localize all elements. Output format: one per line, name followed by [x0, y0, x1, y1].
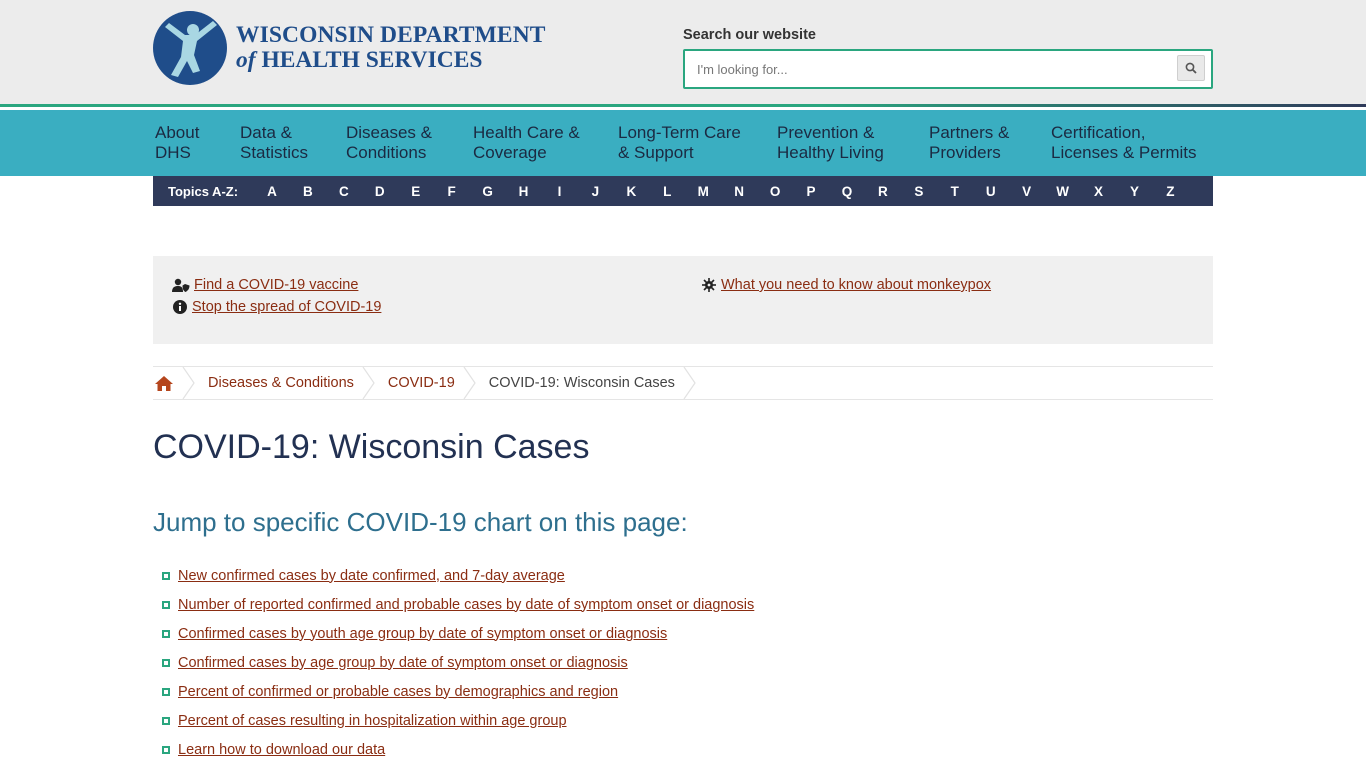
jump-links-list: New confirmed cases by date confirmed, a…	[162, 561, 754, 764]
list-item: New confirmed cases by date confirmed, a…	[162, 561, 754, 590]
square-bullet-icon	[162, 745, 170, 754]
main-navigation: About DHS Data & Statistics Diseases & C…	[0, 110, 1366, 176]
breadcrumb-covid-19[interactable]: COVID-19	[388, 375, 455, 391]
list-item: Confirmed cases by age group by date of …	[162, 648, 754, 677]
nav-certification-licenses[interactable]: Certification, Licenses & Permits	[1051, 123, 1211, 167]
alert-spread: Stop the spread of COVID-19	[172, 299, 381, 315]
topic-letter-c[interactable]: C	[326, 184, 362, 199]
breadcrumb-separator	[463, 367, 476, 399]
square-bullet-icon	[162, 716, 170, 725]
site-header: WISCONSIN DEPARTMENT of HEALTH SERVICES …	[0, 0, 1366, 104]
jump-to-heading: Jump to specific COVID-19 chart on this …	[153, 507, 688, 537]
topic-letter-o[interactable]: O	[757, 184, 793, 199]
jump-link[interactable]: New confirmed cases by date confirmed, a…	[178, 568, 565, 584]
monkeypox-link[interactable]: What you need to know about monkeypox	[721, 277, 991, 293]
topic-letter-p[interactable]: P	[793, 184, 829, 199]
topic-letter-k[interactable]: K	[613, 184, 649, 199]
breadcrumb-separator	[683, 367, 696, 399]
topic-letter-s[interactable]: S	[901, 184, 937, 199]
user-shield-icon	[172, 277, 190, 293]
dhs-logo[interactable]: WISCONSIN DEPARTMENT of HEALTH SERVICES	[153, 10, 546, 86]
logo-line-2: of HEALTH SERVICES	[236, 48, 546, 73]
logo-of: of	[236, 47, 256, 73]
stop-spread-link[interactable]: Stop the spread of COVID-19	[192, 299, 381, 315]
logo-line-2-text: HEALTH SERVICES	[261, 47, 483, 73]
list-item: Number of reported confirmed and probabl…	[162, 590, 754, 619]
topic-letter-n[interactable]: N	[721, 184, 757, 199]
topic-letter-e[interactable]: E	[398, 184, 434, 199]
topic-letter-g[interactable]: G	[470, 184, 506, 199]
jump-link[interactable]: Number of reported confirmed and probabl…	[178, 597, 754, 613]
list-item: Learn how to download our data	[162, 735, 754, 764]
topic-letter-u[interactable]: U	[973, 184, 1009, 199]
square-bullet-icon	[162, 658, 170, 667]
alert-box: Find a COVID-19 vaccine Stop the spread …	[153, 256, 1213, 344]
search-label: Search our website	[683, 27, 816, 43]
square-bullet-icon	[162, 687, 170, 696]
topic-letter-q[interactable]: Q	[829, 184, 865, 199]
topic-letter-y[interactable]: Y	[1117, 184, 1153, 199]
page-title: COVID-19: Wisconsin Cases	[153, 428, 590, 466]
topic-letter-m[interactable]: M	[685, 184, 721, 199]
jump-link[interactable]: Learn how to download our data	[178, 742, 385, 758]
topic-letter-x[interactable]: X	[1081, 184, 1117, 199]
square-bullet-icon	[162, 571, 170, 580]
topic-letter-w[interactable]: W	[1045, 184, 1081, 199]
list-item: Percent of confirmed or probable cases b…	[162, 677, 754, 706]
square-bullet-icon	[162, 600, 170, 609]
topics-a-z-bar: Topics A-Z: ABCDEFGHIJKLMNOPQRSTUVWXYZ	[153, 176, 1213, 206]
nav-prevention-healthy-living[interactable]: Prevention & Healthy Living	[777, 123, 929, 167]
topic-letter-a[interactable]: A	[254, 184, 290, 199]
jump-link[interactable]: Percent of confirmed or probable cases b…	[178, 684, 618, 700]
square-bullet-icon	[162, 629, 170, 638]
breadcrumb: Diseases & Conditions COVID-19 COVID-19:…	[153, 366, 1213, 400]
alert-vaccine: Find a COVID-19 vaccine	[172, 277, 358, 293]
list-item: Confirmed cases by youth age group by da…	[162, 619, 754, 648]
topic-letter-j[interactable]: J	[577, 184, 613, 199]
topic-letter-l[interactable]: L	[649, 184, 685, 199]
jump-link[interactable]: Confirmed cases by youth age group by da…	[178, 626, 667, 642]
search-button[interactable]	[1177, 55, 1205, 81]
logo-line-1: WISCONSIN DEPARTMENT	[236, 22, 546, 48]
breadcrumb-diseases-conditions[interactable]: Diseases & Conditions	[208, 375, 354, 391]
breadcrumb-current: COVID-19: Wisconsin Cases	[488, 375, 675, 391]
logo-text: WISCONSIN DEPARTMENT of HEALTH SERVICES	[236, 23, 546, 73]
jump-link[interactable]: Percent of cases resulting in hospitaliz…	[178, 713, 567, 729]
nav-long-term-care[interactable]: Long-Term Care & Support	[618, 123, 777, 167]
search-input[interactable]	[685, 51, 1175, 87]
list-item: Percent of cases resulting in hospitaliz…	[162, 706, 754, 735]
topic-letter-r[interactable]: R	[865, 184, 901, 199]
nav-data-statistics[interactable]: Data & Statistics	[240, 123, 346, 167]
topics-letters: ABCDEFGHIJKLMNOPQRSTUVWXYZ	[254, 184, 1188, 199]
topics-a-z-label: Topics A-Z:	[168, 183, 239, 199]
topic-letter-i[interactable]: I	[542, 184, 578, 199]
nav-partners-providers[interactable]: Partners & Providers	[929, 123, 1051, 167]
info-circle-icon	[172, 299, 188, 315]
nav-health-care-coverage[interactable]: Health Care & Coverage	[473, 123, 618, 167]
breadcrumb-separator	[362, 367, 375, 399]
breadcrumb-separator	[182, 367, 195, 399]
nav-about-dhs[interactable]: About DHS	[155, 123, 240, 167]
search-box	[683, 49, 1213, 89]
find-covid-vaccine-link[interactable]: Find a COVID-19 vaccine	[194, 277, 358, 293]
breadcrumb-home[interactable]	[154, 375, 174, 392]
dhs-figure-logo-icon	[153, 11, 227, 85]
home-icon	[155, 375, 173, 391]
topic-letter-b[interactable]: B	[290, 184, 326, 199]
topic-letter-z[interactable]: Z	[1152, 184, 1188, 199]
topic-letter-f[interactable]: F	[434, 184, 470, 199]
nav-diseases-conditions[interactable]: Diseases & Conditions	[346, 123, 473, 167]
alert-monkeypox: What you need to know about monkeypox	[701, 277, 991, 293]
header-accent-stripe	[0, 104, 1366, 107]
jump-link[interactable]: Confirmed cases by age group by date of …	[178, 655, 628, 671]
topic-letter-v[interactable]: V	[1009, 184, 1045, 199]
topic-letter-h[interactable]: H	[506, 184, 542, 199]
search-icon	[1185, 62, 1197, 74]
topic-letter-d[interactable]: D	[362, 184, 398, 199]
virus-icon	[701, 277, 717, 293]
topic-letter-t[interactable]: T	[937, 184, 973, 199]
